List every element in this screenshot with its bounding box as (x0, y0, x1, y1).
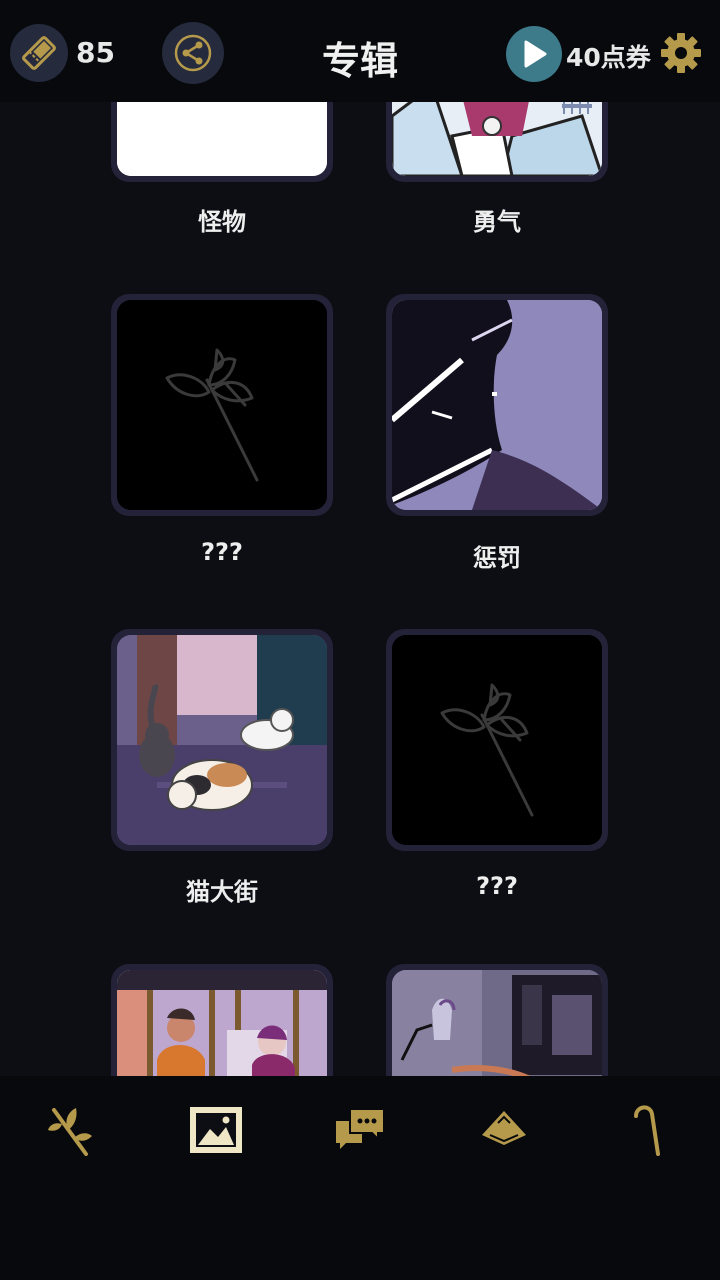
play-icon (524, 40, 547, 68)
top-bar: 85 专辑 40点券 (0, 0, 720, 102)
album-card-locked[interactable] (386, 629, 608, 851)
gallery-icon (190, 1107, 242, 1153)
album-card-punishment[interactable] (386, 294, 608, 516)
album-label: 猫大街 (186, 878, 258, 906)
nav-story[interactable] (40, 1098, 104, 1162)
chat-icon (336, 1108, 385, 1149)
album-label: 勇气 (473, 208, 521, 236)
album-art-cat-street (117, 635, 327, 845)
gear-icon (661, 33, 701, 73)
play-ad-button[interactable] (506, 26, 562, 82)
settings-button[interactable] (656, 28, 706, 78)
bottom-navigation (0, 1076, 720, 1280)
points-voucher-label[interactable]: 40点券 (566, 38, 651, 74)
album-art-window (117, 970, 327, 1076)
nav-messages[interactable] (328, 1098, 392, 1162)
nav-gallery[interactable] (184, 1098, 248, 1162)
album-art-locked (117, 300, 327, 510)
album-label: ??? (476, 872, 518, 900)
album-card-cat-street[interactable] (111, 629, 333, 851)
album-art-punishment (392, 300, 602, 510)
album-label: ??? (201, 538, 243, 566)
album-grid: 怪物 勇气 ??? 惩罚 猫大街 ??? (0, 0, 720, 1076)
album-art-room (392, 970, 602, 1076)
album-label: 怪物 (198, 208, 246, 236)
hat-icon (482, 1111, 526, 1145)
cane-icon (634, 1105, 660, 1156)
album-card-window[interactable] (111, 964, 333, 1076)
album-card-room[interactable] (386, 964, 608, 1076)
nav-wardrobe[interactable] (472, 1098, 536, 1162)
branch-icon (48, 1108, 92, 1156)
flower-silhouette-icon (392, 635, 602, 845)
album-label: 惩罚 (473, 544, 521, 572)
nav-cane[interactable] (616, 1098, 680, 1162)
album-art-locked (392, 635, 602, 845)
album-card-locked[interactable] (111, 294, 333, 516)
flower-silhouette-icon (117, 300, 327, 510)
